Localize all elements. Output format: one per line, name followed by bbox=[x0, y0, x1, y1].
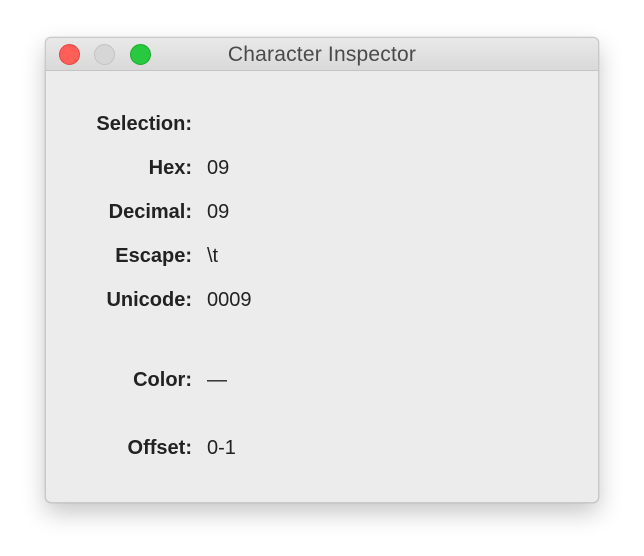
escape-value: \t bbox=[207, 245, 219, 267]
decimal-label: Decimal: bbox=[108, 201, 192, 223]
selection-row: Selection: bbox=[46, 109, 598, 139]
offset-row: Offset: 0-1 bbox=[46, 433, 598, 463]
title-bar[interactable]: Character Inspector bbox=[46, 38, 598, 71]
escape-label: Escape: bbox=[115, 245, 192, 267]
escape-row: Escape: \t bbox=[46, 241, 598, 271]
offset-value: 0-1 bbox=[207, 437, 236, 459]
window-title: Character Inspector bbox=[227, 43, 417, 66]
unicode-label: Unicode: bbox=[106, 289, 192, 311]
hex-value: 09 bbox=[207, 157, 230, 179]
unicode-value: 0009 bbox=[207, 289, 252, 311]
color-label: Color: bbox=[133, 369, 192, 391]
hex-label: Hex: bbox=[148, 157, 192, 179]
hex-row: Hex: 09 bbox=[46, 153, 598, 183]
decimal-value: 09 bbox=[207, 201, 230, 223]
inspector-content: Selection: Hex: 09 Decimal: 09 Escape: \… bbox=[46, 71, 598, 502]
color-row: Color: — bbox=[46, 365, 598, 395]
selection-label: Selection: bbox=[96, 113, 192, 135]
decimal-row: Decimal: 09 bbox=[46, 197, 598, 227]
unicode-row: Unicode: 0009 bbox=[46, 285, 598, 315]
character-inspector-window: Character Inspector Selection: Hex: 09 D… bbox=[45, 37, 599, 503]
color-value: — bbox=[207, 369, 227, 391]
offset-label: Offset: bbox=[127, 437, 192, 459]
